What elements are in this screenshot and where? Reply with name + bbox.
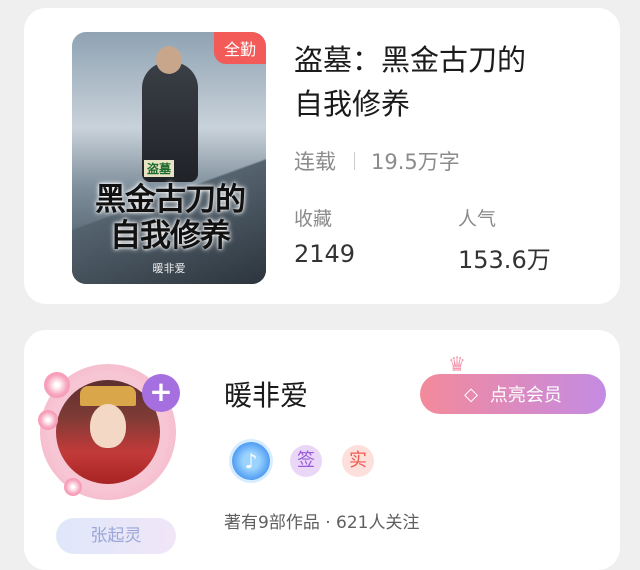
avatar-face-art [90, 404, 126, 448]
diamond-icon: ◇ [464, 383, 478, 405]
music-badge-icon[interactable]: ♪ [232, 442, 270, 480]
author-works-info: 著有9部作品 · 621人关注 [224, 513, 420, 533]
cover-title: 黑金古刀的自我修养 [95, 182, 246, 254]
activate-vip-button[interactable]: ◇ 点亮会员 [420, 374, 606, 414]
collect-count: 2149 [294, 240, 356, 268]
book-title-line-2: 自我修养 [294, 87, 411, 121]
word-count: 19.5万字 [371, 150, 460, 174]
serial-status: 连载 [294, 150, 336, 174]
flower-decoration-icon [44, 372, 70, 398]
signed-badge[interactable]: 签 [290, 445, 322, 477]
author-info-card: + 张起灵 暖非爱 ♛ ◇ 点亮会员 ♪ 签 实 著有9部作品 · 621人关注 [24, 330, 620, 570]
follow-button[interactable]: + [142, 374, 180, 412]
book-status-row: 连载 19.5万字 [294, 146, 460, 176]
collect-label: 收藏 [294, 208, 333, 230]
verified-badge[interactable]: 实 [342, 445, 374, 477]
book-title-line-1: 盗墓：黑金古刀的 [294, 43, 527, 77]
popularity-count: 153.6万 [458, 246, 551, 274]
cover-author: 暖非爱 [152, 262, 186, 275]
book-title: 盗墓：黑金古刀的 自我修养 [294, 38, 594, 126]
cover-head-art [156, 46, 182, 74]
book-cover[interactable]: 盗墓 黑金古刀的自我修养 暖非爱 全勤 [72, 32, 266, 284]
cover-series-tag: 盗墓 [144, 160, 175, 177]
vip-button-label: 点亮会员 [489, 385, 562, 406]
avatar-headdress-art [80, 386, 136, 406]
author-name[interactable]: 暖非爱 [224, 374, 308, 414]
flower-decoration-icon [64, 478, 82, 496]
signature-tag: 张起灵 [56, 518, 176, 554]
author-badges: ♪ 签 实 [232, 442, 374, 480]
crown-icon: ♛ [448, 352, 466, 376]
flower-decoration-icon [38, 410, 58, 430]
book-info-card[interactable]: 盗墓 黑金古刀的自我修养 暖非爱 全勤 盗墓：黑金古刀的 自我修养 连载 19.… [24, 8, 620, 304]
popularity-label: 人气 [458, 208, 497, 230]
status-divider [354, 152, 355, 170]
full-attendance-badge: 全勤 [213, 32, 266, 64]
